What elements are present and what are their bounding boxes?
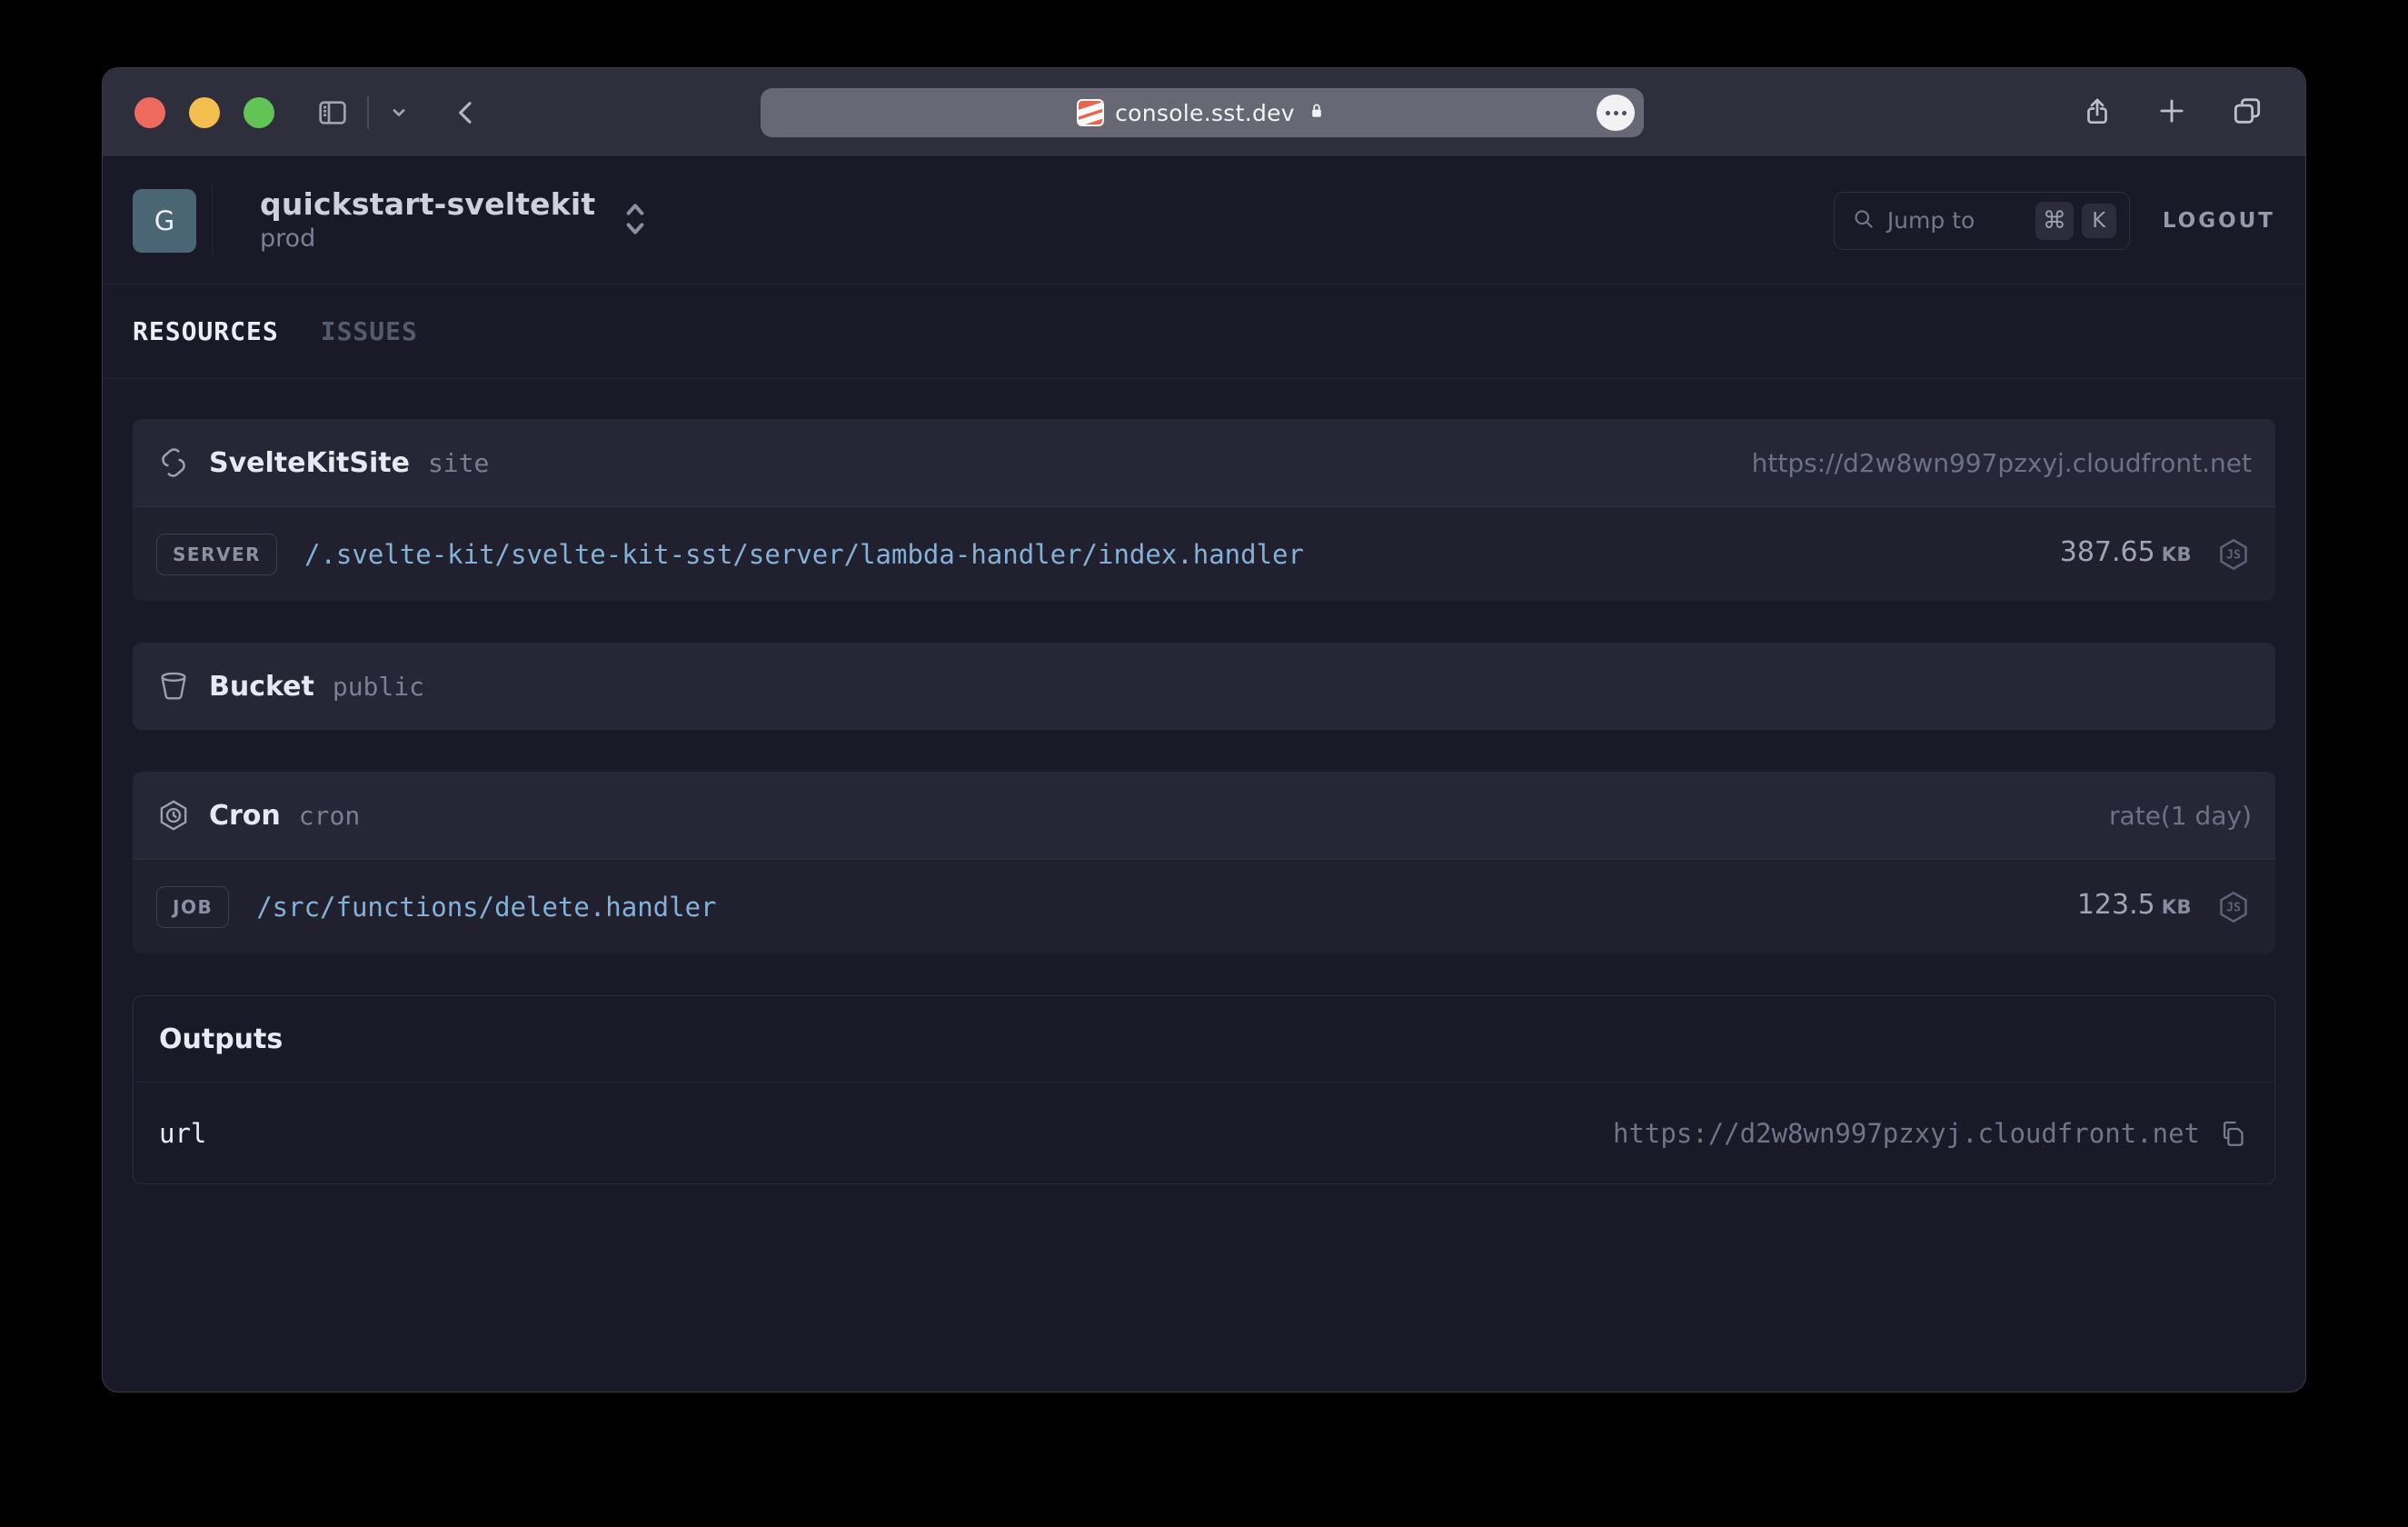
close-window-button[interactable] — [134, 96, 165, 128]
address-bar-content: console.sst.dev — [1077, 99, 1328, 126]
browser-window: console.sst.dev G quickstart-sveltekit p… — [102, 67, 2306, 1392]
resource-name: public — [332, 671, 424, 702]
logout-button[interactable]: LOGOUT — [2163, 209, 2275, 233]
address-bar[interactable]: console.sst.dev — [761, 88, 1644, 137]
sidebar-toggle-icon[interactable] — [314, 95, 351, 131]
header-divider — [212, 185, 213, 256]
function-row: SERVER /.svelte-kit/svelte-kit-sst/serve… — [133, 506, 2275, 601]
nodejs-icon: JS — [2215, 536, 2252, 573]
workspace-avatar[interactable]: G — [133, 188, 196, 253]
toolbar-divider — [367, 95, 369, 129]
function-handler-link[interactable]: /src/functions/delete.handler — [256, 892, 716, 923]
resource-header: SvelteKitSite site https://d2w8wn997pzxy… — [133, 419, 2275, 506]
traffic-lights — [134, 96, 274, 128]
function-row: JOB /src/functions/delete.handler 123.5 … — [133, 859, 2275, 953]
cron-schedule: rate(1 day) — [2109, 800, 2252, 831]
svg-text:JS: JS — [2226, 548, 2241, 562]
back-icon[interactable] — [449, 95, 483, 130]
sst-favicon-icon — [1077, 99, 1105, 126]
screen: console.sst.dev G quickstart-sveltekit p… — [0, 0, 2408, 1527]
function-size-unit: KB — [2161, 543, 2192, 565]
function-badge: JOB — [156, 885, 230, 928]
share-icon[interactable] — [2080, 94, 2114, 132]
browser-toolbar: console.sst.dev — [103, 68, 2305, 157]
function-size: 387.65 — [2059, 535, 2155, 568]
function-handler-link[interactable]: /.svelte-kit/svelte-kit-sst/server/lambd… — [304, 539, 1304, 570]
nodejs-icon: JS — [2215, 889, 2252, 925]
resource-header: Cron cron rate(1 day) — [133, 772, 2275, 859]
zoom-window-button[interactable] — [244, 96, 274, 128]
resources-panel: SvelteKitSite site https://d2w8wn997pzxy… — [103, 379, 2305, 1184]
outputs-card: Outputs url https://d2w8wn997pzxyj.cloud… — [133, 995, 2275, 1184]
resource-card-bucket: Bucket public — [133, 643, 2275, 730]
function-meta: 123.5 KB JS — [2077, 889, 2252, 925]
command-key-badge: ⌘ — [2035, 201, 2074, 240]
resource-url: https://d2w8wn997pzxyj.cloudfront.net — [1751, 447, 2252, 478]
new-tab-icon[interactable] — [2154, 94, 2189, 132]
resource-type: Cron — [209, 799, 281, 832]
browser-actions — [2080, 93, 2265, 133]
jump-to-search[interactable]: Jump to ⌘ K — [1833, 191, 2130, 250]
sveltekit-icon — [156, 445, 191, 480]
resource-card-cron: Cron cron rate(1 day) JOB /src/functions… — [133, 772, 2275, 953]
page-settings-button[interactable] — [1597, 95, 1635, 131]
resource-name: site — [427, 447, 490, 478]
address-url: console.sst.dev — [1115, 99, 1295, 126]
lock-icon — [1306, 100, 1328, 125]
function-meta: 387.65 KB JS — [2060, 536, 2252, 573]
k-key-badge: K — [2081, 203, 2116, 238]
outputs-header: Outputs — [134, 996, 2274, 1082]
chevron-down-icon[interactable] — [385, 99, 413, 126]
function-size: 123.5 — [2076, 888, 2155, 921]
jump-to-placeholder: Jump to — [1886, 207, 1975, 234]
svg-text:JS: JS — [2226, 901, 2241, 914]
copy-icon[interactable] — [2218, 1118, 2249, 1149]
shortcut-keys: ⌘ K — [2035, 201, 2116, 240]
stage-name: prod — [260, 224, 316, 253]
tab-resources[interactable]: RESOURCES — [133, 316, 279, 346]
search-icon — [1851, 206, 1876, 235]
function-badge: SERVER — [156, 533, 278, 575]
output-value: https://d2w8wn997pzxyj.cloudfront.net — [1612, 1117, 2200, 1149]
resource-header: Bucket public — [133, 643, 2275, 730]
resource-card-sveltekitsite: SvelteKitSite site https://d2w8wn997pzxy… — [133, 419, 2275, 601]
stage-selector-icon[interactable] — [615, 194, 655, 248]
app-title-block: quickstart-sveltekit prod — [260, 185, 596, 253]
cron-icon — [156, 798, 191, 833]
app-header: G quickstart-sveltekit prod Jump to ⌘ K … — [103, 157, 2305, 284]
browser-nav-controls — [314, 95, 483, 131]
resource-type: Bucket — [209, 670, 314, 703]
tab-issues[interactable]: ISSUES — [321, 316, 418, 346]
function-size-unit: KB — [2161, 895, 2192, 918]
minimize-window-button[interactable] — [189, 96, 220, 128]
output-row: url https://d2w8wn997pzxyj.cloudfront.ne… — [134, 1082, 2274, 1183]
resource-name: cron — [298, 800, 361, 831]
output-key: url — [159, 1117, 207, 1149]
bucket-icon — [156, 669, 191, 704]
app-name: quickstart-sveltekit — [260, 185, 596, 222]
tab-overview-icon[interactable] — [2229, 93, 2265, 133]
resource-type: SvelteKitSite — [209, 446, 410, 479]
outputs-title: Outputs — [159, 1023, 284, 1055]
tab-bar: RESOURCES ISSUES — [103, 284, 2305, 379]
